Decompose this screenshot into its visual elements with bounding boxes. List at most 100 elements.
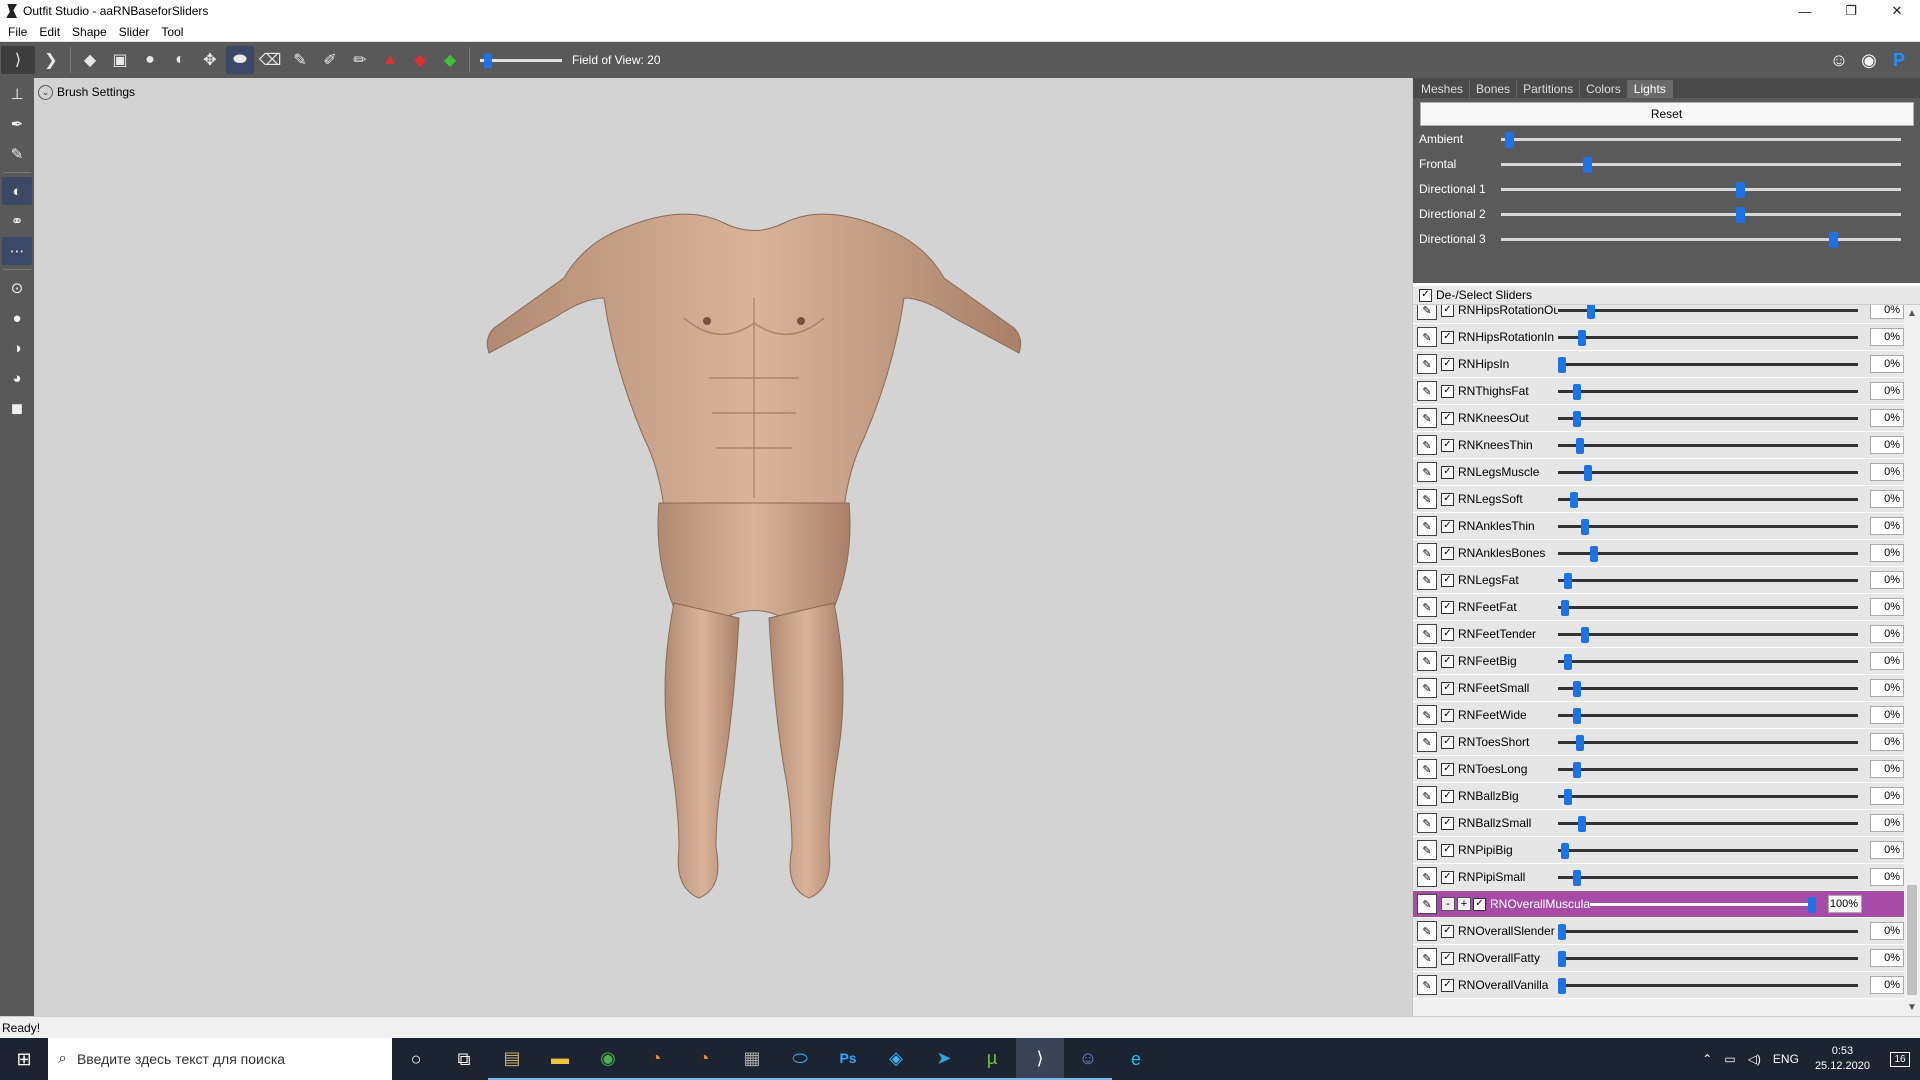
color-brush-icon[interactable]: ✐ [316, 46, 344, 74]
vertex-plus-icon[interactable]: ◆ [436, 46, 464, 74]
edit-slider-icon[interactable]: ✎ [1417, 354, 1437, 374]
slider-thumb[interactable] [1569, 492, 1578, 508]
slider-row[interactable]: ✎ ✓ RNHipsRotationOut 0% [1413, 305, 1920, 324]
light-slider-thumb[interactable] [1735, 206, 1745, 223]
slider-thumb[interactable] [1572, 411, 1581, 427]
slider-value-field[interactable]: 0% [1870, 305, 1904, 319]
slider-control[interactable] [1558, 652, 1858, 670]
slider-checkbox[interactable]: ✓ [1441, 357, 1454, 371]
deflate-brush-icon[interactable]: ◐ [166, 46, 194, 74]
slider-control[interactable] [1558, 625, 1858, 643]
edit-slider-icon[interactable]: ✎ [1417, 408, 1437, 428]
slider-checkbox[interactable]: ✓ [1441, 438, 1454, 452]
fov-slider-thumb[interactable] [484, 53, 493, 68]
deselect-sliders-row[interactable]: ✓ De-/Select Sliders [1413, 283, 1920, 305]
network-icon[interactable]: ▭ [1718, 1052, 1741, 1066]
slider-value-field[interactable]: 0% [1870, 922, 1904, 940]
mask-view-icon[interactable]: ◼ [2, 394, 32, 422]
slider-control[interactable] [1590, 895, 1816, 913]
slider-thumb[interactable] [1563, 573, 1572, 589]
slider-checkbox[interactable]: ✓ [1441, 573, 1454, 587]
slider-row[interactable]: ✎ ✓ RNOverallSlender 0% [1413, 918, 1920, 945]
slider-thumb[interactable] [1558, 978, 1566, 994]
slider-control[interactable] [1558, 490, 1858, 508]
slider-row[interactable]: ✎ ✓ RNToesShort 0% [1413, 729, 1920, 756]
edit-slider-icon[interactable]: ✎ [1417, 305, 1437, 320]
slider-value-field[interactable]: 0% [1870, 382, 1904, 400]
edit-slider-icon[interactable]: ✎ [1417, 759, 1437, 779]
slider-checkbox[interactable]: ✓ [1441, 789, 1454, 803]
slider-checkbox[interactable]: ✓ [1441, 735, 1454, 749]
discord-taskbar-icon[interactable]: ☺ [1064, 1038, 1112, 1080]
slider-thumb[interactable] [1558, 357, 1566, 373]
menu-slider[interactable]: Slider [113, 25, 156, 39]
slider-checkbox[interactable]: ✓ [1441, 627, 1454, 641]
slider-value-field[interactable]: 0% [1870, 625, 1904, 643]
pivot-tool-icon[interactable]: ✒ [2, 110, 32, 138]
edit-slider-icon[interactable]: ✎ [1417, 651, 1437, 671]
slider-control[interactable] [1558, 409, 1858, 427]
mask-brush-icon[interactable]: ▣ [106, 46, 134, 74]
slider-row[interactable]: ✎ ✓ RNToesLong 0% [1413, 756, 1920, 783]
scroll-down-icon[interactable]: ▼ [1904, 999, 1920, 1015]
edit-slider-icon[interactable]: ✎ [1417, 732, 1437, 752]
edit-slider-icon[interactable]: ✎ [1417, 462, 1437, 482]
slider-checkbox[interactable]: ✓ [1441, 708, 1454, 722]
slider-control[interactable] [1558, 463, 1858, 481]
slider-row[interactable]: ✎ ✓ RNFeetBig 0% [1413, 648, 1920, 675]
fov-slider[interactable] [480, 50, 562, 70]
slider-value-field[interactable]: 0% [1870, 517, 1904, 535]
slider-value-field[interactable]: 0% [1870, 652, 1904, 670]
light-slider[interactable] [1501, 155, 1901, 173]
scroll-up-icon[interactable]: ▲ [1904, 305, 1920, 321]
blender-2-icon[interactable]: ◔ [680, 1038, 728, 1080]
slider-control[interactable] [1558, 517, 1858, 535]
slider-row[interactable]: ✎ ✓ RNFeetSmall 0% [1413, 675, 1920, 702]
vertex-down-icon[interactable]: ◆ [406, 46, 434, 74]
slider-value-field[interactable]: 0% [1870, 598, 1904, 616]
tab-bones[interactable]: Bones [1470, 80, 1518, 98]
edit-slider-icon[interactable]: ✎ [1417, 543, 1437, 563]
slider-thumb[interactable] [1572, 384, 1581, 400]
slider-checkbox[interactable]: ✓ [1441, 546, 1454, 560]
edit-slider-icon[interactable]: ✎ [1417, 327, 1437, 347]
slider-thumb[interactable] [1581, 519, 1590, 535]
slider-checkbox[interactable]: ✓ [1441, 951, 1454, 965]
slider-value-field[interactable]: 0% [1870, 544, 1904, 562]
minimize-button[interactable]: — [1782, 0, 1828, 22]
slider-control[interactable] [1558, 922, 1858, 940]
slider-value-field[interactable]: 0% [1870, 436, 1904, 454]
slider-value-field[interactable]: 0% [1870, 787, 1904, 805]
tab-colors[interactable]: Colors [1580, 80, 1628, 98]
slider-checkbox[interactable]: ✓ [1441, 384, 1454, 398]
slider-thumb[interactable] [1560, 843, 1569, 859]
edit-slider-icon[interactable]: ✎ [1417, 921, 1437, 941]
light-slider-thumb[interactable] [1829, 231, 1839, 248]
undiff-brush-icon[interactable]: ⌫ [256, 46, 284, 74]
edit-slider-icon[interactable]: ✎ [1417, 786, 1437, 806]
slider-row[interactable]: ✎ ✓ RNPipiBig 0% [1413, 837, 1920, 864]
slider-thumb[interactable] [1587, 305, 1596, 319]
telegram-icon[interactable]: ➤ [920, 1038, 968, 1080]
brush-settings-toggle[interactable]: ⌄ Brush Settings [38, 82, 135, 102]
slider-value-field[interactable]: 0% [1870, 841, 1904, 859]
wireframe-icon[interactable]: ● [2, 304, 32, 332]
slider-control[interactable] [1558, 733, 1858, 751]
slider-control[interactable] [1558, 841, 1858, 859]
utorrent-icon[interactable]: µ [968, 1038, 1016, 1080]
slider-value-field[interactable]: 0% [1870, 733, 1904, 751]
deselect-all-checkbox[interactable]: ✓ [1419, 288, 1432, 302]
slider-checkbox[interactable]: ✓ [1441, 411, 1454, 425]
task-view-icon[interactable]: ⧉ [440, 1038, 488, 1080]
slider-list-scrollbar[interactable]: ▲ ▼ [1904, 305, 1920, 1015]
blender-icon[interactable]: ◔ [632, 1038, 680, 1080]
photoshop-icon[interactable]: Ps [824, 1038, 872, 1080]
slider-checkbox[interactable]: ✓ [1441, 600, 1454, 614]
global-brush-icon[interactable]: ⋯ [2, 237, 32, 265]
taskbar-search-box[interactable]: ⌕ Введите здесь текст для поиска [48, 1038, 392, 1080]
slider-row[interactable]: ✎ ✓ RNAnklesThin 0% [1413, 513, 1920, 540]
slider-row[interactable]: ✎ ✓ RNKneesOut 0% [1413, 405, 1920, 432]
slider-row[interactable]: ✎ ✓ RNFeetTender 0% [1413, 621, 1920, 648]
edit-slider-icon[interactable]: ✎ [1417, 597, 1437, 617]
slider-row[interactable]: ✎ ✓ RNThighsFat 0% [1413, 378, 1920, 405]
